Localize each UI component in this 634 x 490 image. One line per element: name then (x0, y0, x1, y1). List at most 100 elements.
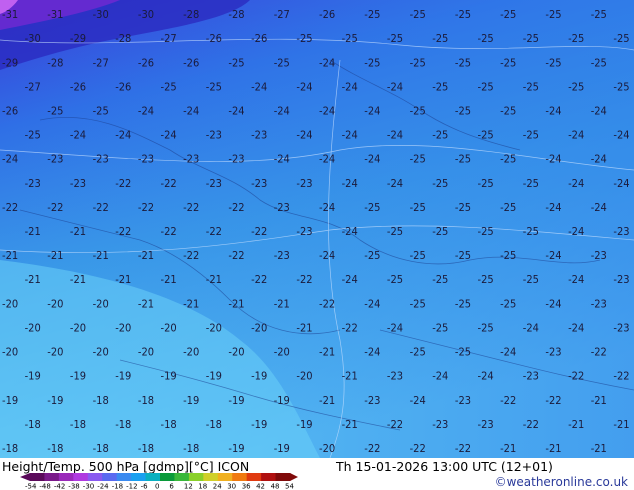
contour-label: -21 (206, 273, 222, 286)
contour-label: -24 (251, 80, 267, 93)
contour-label: -23 (251, 177, 267, 190)
contour-label: -22 (161, 177, 177, 190)
contour-label: -23 (545, 346, 561, 359)
colorbar-tick-label: 42 (256, 483, 265, 490)
contour-label: -22 (296, 273, 312, 286)
contour-label: -23 (228, 153, 244, 166)
contour-label: -21 (319, 394, 335, 407)
contour-label: -19 (251, 418, 267, 431)
contour-label: -23 (296, 225, 312, 238)
colorbar-swatch (261, 473, 277, 481)
contour-label: -18 (93, 394, 109, 407)
colorbar-swatch (87, 473, 103, 481)
contour-label: -24 (296, 129, 312, 142)
contour-label: -22 (206, 225, 222, 238)
contour-label: -22 (183, 201, 199, 214)
contour-label: -22 (161, 225, 177, 238)
contour-label: -24 (319, 105, 335, 118)
contour-label: -26 (206, 32, 222, 45)
contour-label: -19 (228, 394, 244, 407)
contour-label: -19 (47, 394, 63, 407)
contour-label: -24 (364, 297, 380, 310)
colorbar-arrow-left (20, 473, 30, 481)
contour-label: -24 (591, 201, 607, 214)
contour-label: -26 (319, 8, 335, 21)
contour-label: -29 (70, 32, 86, 45)
contour-label: -25 (432, 273, 448, 286)
contour-label: -25 (410, 56, 426, 69)
contour-label: -24 (500, 346, 516, 359)
contour-label: -22 (568, 370, 584, 383)
colorbar-swatch (58, 473, 74, 481)
contour-label: -23 (387, 370, 403, 383)
contour-label: -25 (410, 297, 426, 310)
contour-label: -23 (183, 153, 199, 166)
contour-label: -25 (432, 80, 448, 93)
contour-label: -23 (478, 418, 494, 431)
contour-label: -25 (478, 32, 494, 45)
contour-label: -25 (47, 105, 63, 118)
contour-label: -24 (138, 105, 154, 118)
colorbar-tick-label: 0 (155, 483, 159, 490)
contour-label: -24 (342, 273, 358, 286)
contour-label: -23 (25, 177, 41, 190)
contour-label: -25 (410, 153, 426, 166)
contour-label: -23 (274, 201, 290, 214)
contour-label: -25 (455, 201, 471, 214)
contour-label: -23 (206, 129, 222, 142)
contour-label: -25 (545, 8, 561, 21)
contour-label: -20 (115, 321, 131, 334)
contour-label: -22 (2, 201, 18, 214)
contour-label: -21 (591, 394, 607, 407)
colorbar-tick-label: -48 (39, 483, 50, 490)
contour-label: -25 (228, 56, 244, 69)
colorbar-swatch (102, 473, 118, 481)
temperature-map: -31 -31 -30 -30 -28 -28 -27 -26 -25 -25 -25 -25 -25-… (0, 0, 634, 458)
contour-label: -20 (47, 297, 63, 310)
contour-label: -22 (138, 201, 154, 214)
contour-label: -24 (432, 370, 448, 383)
contour-label: -25 (523, 273, 539, 286)
contour-label: -25 (410, 201, 426, 214)
contour-label: -27 (161, 32, 177, 45)
contour-label: -22 (410, 442, 426, 455)
colorbar-swatch (160, 473, 175, 481)
colorbar-swatch (203, 473, 219, 481)
colorbar-tick-label: -12 (126, 483, 137, 490)
contour-label: -24 (274, 105, 290, 118)
contour-label: -23 (251, 129, 267, 142)
contour-label: -18 (206, 418, 222, 431)
colorbar-tick-label: 48 (271, 483, 280, 490)
contour-label: -25 (478, 129, 494, 142)
colorbar-swatch (30, 473, 45, 481)
colorbar-tick-label: -6 (141, 483, 149, 490)
contour-label: -18 (93, 442, 109, 455)
contour-label: -19 (228, 442, 244, 455)
contour-label: -19 (2, 394, 18, 407)
contour-label: -25 (455, 153, 471, 166)
contour-label: -21 (115, 273, 131, 286)
contour-label: -18 (47, 442, 63, 455)
contour-label: -25 (523, 225, 539, 238)
contour-label: -22 (545, 394, 561, 407)
contour-label: -26 (138, 56, 154, 69)
colorbar-tick-label: -42 (54, 483, 65, 490)
contour-label: -30 (93, 8, 109, 21)
contour-label: -28 (47, 56, 63, 69)
colorbar-swatch (232, 473, 248, 481)
contour-label: -24 (613, 129, 629, 142)
contour-label: -24 (545, 105, 561, 118)
colorbar-tick-label: -54 (25, 483, 37, 490)
contour-label: -21 (138, 249, 154, 262)
contour-label: -21 (47, 249, 63, 262)
contour-label: -18 (70, 418, 86, 431)
contour-label: -25 (478, 273, 494, 286)
colorbar-swatch (188, 473, 204, 481)
contour-label: -23 (432, 418, 448, 431)
contour-label: -24 (387, 80, 403, 93)
contour-label: -24 (183, 105, 199, 118)
contour-label: -25 (478, 225, 494, 238)
contour-label: -24 (364, 105, 380, 118)
contour-label: -20 (319, 442, 335, 455)
contour-label: -25 (591, 8, 607, 21)
